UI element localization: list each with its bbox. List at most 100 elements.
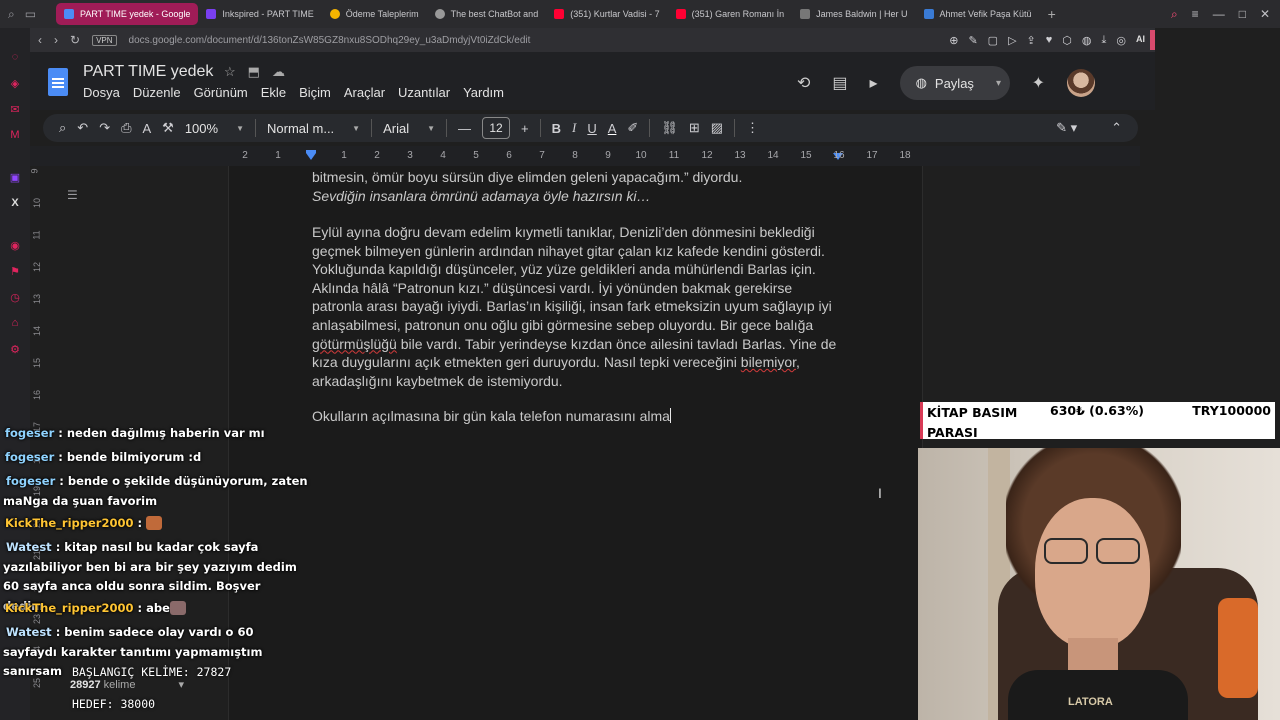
minimize-button[interactable]: — bbox=[1213, 7, 1225, 22]
bookmark-icon[interactable]: ⚑ bbox=[8, 264, 22, 278]
zoom-icon[interactable]: ⊕ bbox=[949, 34, 958, 47]
meet-icon[interactable]: ▸ bbox=[870, 73, 878, 93]
x-icon[interactable]: X bbox=[8, 196, 22, 210]
forward-button[interactable]: › bbox=[54, 33, 58, 47]
google-docs-logo-icon[interactable] bbox=[48, 68, 68, 96]
decrease-font-size-button[interactable]: — bbox=[458, 121, 471, 136]
extensions-icon[interactable]: ⬡ bbox=[1062, 34, 1072, 47]
text-color-icon[interactable]: A bbox=[608, 121, 617, 136]
spelling-error[interactable]: götürmüşlüğü bbox=[312, 336, 397, 352]
font-select[interactable]: Arial ▼ bbox=[383, 121, 435, 136]
bold-button[interactable]: B bbox=[552, 121, 561, 136]
tab-ahmet-vefik-pasa[interactable]: Ahmet Vefik Paşa Kütü bbox=[916, 3, 1040, 25]
left-indent-marker[interactable] bbox=[306, 153, 316, 160]
easy-setup-icon[interactable]: ◎ bbox=[1116, 34, 1126, 47]
add-comment-icon[interactable]: ⊞ bbox=[689, 120, 700, 136]
font-size-input[interactable]: 12 bbox=[482, 117, 511, 139]
player-icon[interactable]: ◉ bbox=[8, 238, 22, 252]
style-select[interactable]: Normal m... ▼ bbox=[267, 121, 360, 136]
version-history-icon[interactable]: ⟲ bbox=[797, 73, 810, 93]
tab-inkspired[interactable]: Inkspired - PART TIME bbox=[198, 3, 321, 25]
menu-bicim[interactable]: Biçim bbox=[299, 85, 331, 100]
gemini-icon[interactable]: ✦ bbox=[1032, 73, 1045, 93]
insert-image-icon[interactable]: ▨ bbox=[711, 120, 723, 136]
tab-islands-icon[interactable]: ⌂ bbox=[8, 316, 22, 330]
target-word-count: HEDEF: 38000 bbox=[72, 697, 156, 711]
play-icon[interactable]: ▷ bbox=[1008, 34, 1016, 47]
messenger-icon[interactable]: ✉ bbox=[8, 102, 22, 116]
ruler-tick: 7 bbox=[539, 150, 545, 161]
redo-icon[interactable]: ↷ bbox=[99, 120, 110, 136]
menu-dosya[interactable]: Dosya bbox=[83, 85, 120, 100]
ai-icon[interactable]: ◈ bbox=[8, 76, 22, 90]
search-menus-icon[interactable]: ⌕ bbox=[59, 120, 66, 136]
spelling-error[interactable]: bilemiyor bbox=[741, 354, 796, 370]
comments-icon[interactable]: ▤ bbox=[832, 73, 847, 93]
url-field[interactable]: docs.google.com/document/d/136tonZsW85GZ… bbox=[129, 35, 531, 46]
menu-araclar[interactable]: Araçlar bbox=[344, 85, 385, 100]
wallet-icon[interactable]: ◍ bbox=[1082, 34, 1092, 47]
move-folder-icon[interactable]: ⬒ bbox=[248, 64, 260, 80]
chat-message: fogeser : bende o şekilde düşünüyorum, z… bbox=[3, 472, 319, 511]
download-icon[interactable]: ⤓ bbox=[1102, 34, 1107, 47]
paint-format-icon[interactable]: ⚒ bbox=[162, 120, 174, 136]
tab-search-icon[interactable]: ⌕ bbox=[8, 7, 15, 22]
twitch-icon[interactable]: ▣ bbox=[8, 170, 22, 184]
toolbar-right: ✎ ▾ ⌃ bbox=[1056, 120, 1138, 136]
document-page[interactable]: bitmesin, ömür boyu sürsün diye elimden … bbox=[228, 166, 923, 720]
history-icon[interactable]: ◷ bbox=[8, 290, 22, 304]
document-title[interactable]: PART TIME yedek bbox=[83, 63, 213, 81]
increase-font-size-button[interactable]: + bbox=[521, 121, 529, 136]
vpn-badge[interactable]: VPN bbox=[92, 34, 117, 46]
document-outline-icon[interactable]: ☰ bbox=[67, 188, 78, 202]
tab-garen-romani[interactable]: (351) Garen Romanı İn bbox=[668, 3, 793, 25]
ai-button[interactable]: AI bbox=[1136, 34, 1145, 47]
pin-icon[interactable]: ✎ bbox=[968, 34, 977, 47]
heart-icon[interactable]: ♥ bbox=[1046, 34, 1053, 47]
account-avatar[interactable] bbox=[1066, 69, 1095, 97]
more-options-icon[interactable]: ⋮ bbox=[746, 120, 759, 136]
italic-button[interactable]: I bbox=[572, 120, 576, 136]
tab-odeme-taleplerim[interactable]: Ödeme Taleplerim bbox=[322, 3, 427, 25]
share-button[interactable]: ◍ Paylaş ▾ bbox=[899, 66, 1010, 100]
word-count-badge[interactable]: 28927 kelime ▾ bbox=[70, 678, 184, 691]
aria-icon[interactable]: ◌ bbox=[8, 50, 22, 64]
gmail-icon[interactable]: M bbox=[8, 128, 22, 142]
first-line-indent-marker[interactable] bbox=[306, 150, 316, 153]
menu-ekle[interactable]: Ekle bbox=[261, 85, 286, 100]
spellcheck-icon[interactable]: A bbox=[143, 121, 152, 136]
cloud-status-icon[interactable]: ☁ bbox=[272, 64, 285, 80]
snapshot-icon[interactable]: ▢ bbox=[988, 34, 998, 47]
tab-part-time-yedek[interactable]: PART TIME yedek - Google bbox=[56, 3, 199, 25]
undo-icon[interactable]: ↶ bbox=[77, 120, 88, 136]
menu-duzenle[interactable]: Düzenle bbox=[133, 85, 181, 100]
underline-button[interactable]: U bbox=[587, 121, 596, 136]
share-icon[interactable]: ⇪ bbox=[1027, 34, 1036, 47]
highlight-icon[interactable]: ✐ bbox=[627, 120, 638, 136]
menu-gorunum[interactable]: Görünüm bbox=[194, 85, 248, 100]
search-icon[interactable]: ⌕ bbox=[1171, 7, 1178, 22]
menu-uzantilar[interactable]: Uzantılar bbox=[398, 85, 450, 100]
star-icon[interactable]: ☆ bbox=[224, 64, 236, 80]
workspace-icon[interactable]: ▭ bbox=[25, 7, 36, 21]
maximize-button[interactable]: □ bbox=[1239, 7, 1246, 22]
print-icon[interactable]: ⎙ bbox=[121, 120, 131, 136]
back-button[interactable]: ‹ bbox=[38, 33, 42, 47]
chat-username: Watest bbox=[6, 540, 52, 554]
reload-button[interactable]: ↻ bbox=[70, 33, 80, 47]
browser-tab-strip: ⌕ ▭ PART TIME yedek - Google Inkspired -… bbox=[0, 0, 1280, 28]
editing-mode-icon[interactable]: ✎ ▾ bbox=[1056, 120, 1077, 136]
link-icon[interactable]: ⛓ bbox=[661, 120, 678, 136]
chevron-down-icon[interactable]: ▾ bbox=[996, 78, 1001, 89]
zoom-select[interactable]: 100% ▼ bbox=[185, 121, 244, 136]
close-window-button[interactable]: ✕ bbox=[1260, 7, 1270, 22]
ruler-tick: 4 bbox=[440, 150, 446, 161]
menu-yardim[interactable]: Yardım bbox=[463, 85, 504, 100]
tab-james-baldwin[interactable]: James Baldwin | Her U bbox=[792, 3, 915, 25]
tab-chatbot[interactable]: The best ChatBot and bbox=[427, 3, 547, 25]
new-tab-button[interactable]: + bbox=[1040, 6, 1064, 22]
collapse-menus-icon[interactable]: ⌃ bbox=[1111, 120, 1122, 136]
settings-icon[interactable]: ⚙ bbox=[8, 342, 22, 356]
menu-icon[interactable]: ≡ bbox=[1192, 7, 1199, 22]
tab-kurtlar-vadisi[interactable]: (351) Kurtlar Vadisi - 7 bbox=[546, 3, 667, 25]
